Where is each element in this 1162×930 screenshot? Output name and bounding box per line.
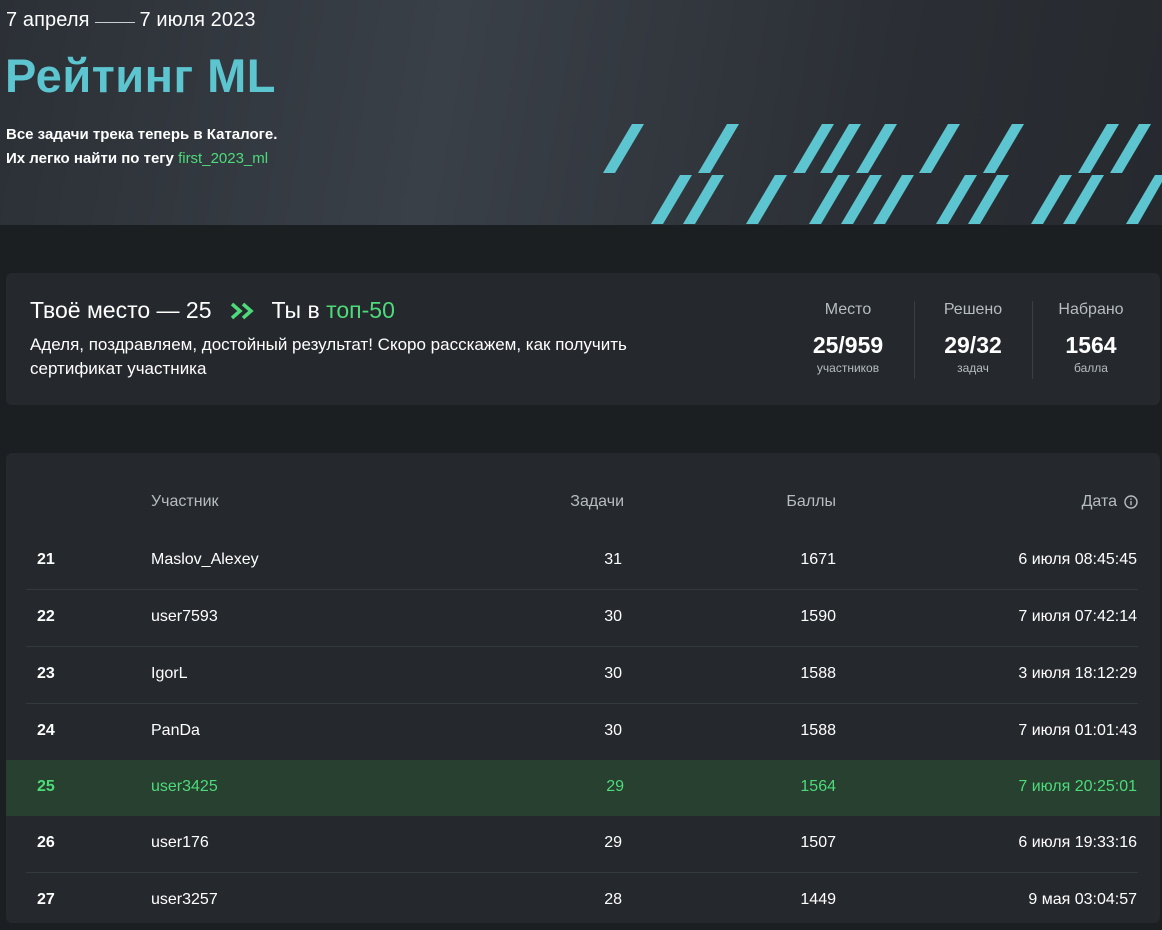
- row-score: 1588: [800, 665, 836, 682]
- decorative-stripes: [603, 124, 1162, 224]
- row-date: 7 июля 07:42:14: [1018, 608, 1137, 625]
- row-rank: 26: [37, 834, 55, 851]
- stat-place-label: Место: [824, 301, 872, 318]
- row-rank: 23: [37, 665, 55, 682]
- stat-solved-value: 29/32: [944, 332, 1002, 358]
- row-tasks: 31: [604, 551, 622, 568]
- row-tasks: 30: [604, 665, 622, 682]
- row-rank: 21: [37, 551, 55, 568]
- rank-title: Твоё место — 25 Ты в топ-50: [30, 297, 395, 324]
- row-name: user3425: [151, 778, 218, 795]
- header-date: Дата: [1082, 493, 1138, 511]
- row-tasks: 29: [606, 778, 624, 795]
- stat-score-sub: балла: [1074, 361, 1108, 375]
- leaderboard-table: Участник Задачи Баллы Дата 21 Maslov_Ale…: [6, 453, 1160, 923]
- info-icon[interactable]: [1124, 495, 1138, 509]
- table-header: Участник Задачи Баллы Дата: [6, 493, 1160, 515]
- row-rank: 22: [37, 608, 55, 625]
- rank-title-top: топ-50: [326, 297, 395, 323]
- stat-score-value: 1564: [1065, 332, 1117, 358]
- rank-title-place: Твоё место — 25: [30, 297, 212, 323]
- row-date: 7 июля 01:01:43: [1018, 722, 1137, 739]
- table-row[interactable]: 22 user7593 30 1590 7 июля 07:42:14: [26, 590, 1138, 647]
- table-row[interactable]: 26 user176 29 1507 6 июля 19:33:16: [26, 816, 1138, 873]
- row-name: user7593: [151, 608, 218, 625]
- stat-divider: [914, 301, 915, 379]
- row-date: 9 мая 03:04:57: [1028, 891, 1137, 908]
- row-score: 1449: [800, 891, 836, 908]
- rank-title-in: Ты в: [271, 297, 320, 323]
- stat-solved-label: Решено: [943, 301, 1003, 318]
- table-row[interactable]: 24 PanDa 30 1588 7 июля 01:01:43: [26, 704, 1138, 761]
- table-row-current-user[interactable]: 25 user3425 29 1564 7 июля 20:25:01: [6, 760, 1160, 816]
- row-tasks: 30: [604, 608, 622, 625]
- row-rank: 25: [37, 778, 55, 795]
- row-rank: 27: [37, 891, 55, 908]
- double-chevron-right-icon: [230, 302, 256, 320]
- stat-divider: [1032, 301, 1033, 379]
- congrats-message: Аделя, поздравляем, достойный результат!…: [30, 335, 627, 378]
- stat-score-label: Набрано: [1058, 301, 1124, 318]
- table-row[interactable]: 21 Maslov_Alexey 31 1671 6 июля 08:45:45: [26, 533, 1138, 590]
- row-date: 3 июля 18:12:29: [1018, 665, 1137, 682]
- row-name: user3257: [151, 891, 218, 908]
- table-row[interactable]: 27 user3257 28 1449 9 мая 03:04:57: [26, 873, 1138, 930]
- row-rank: 24: [37, 722, 55, 739]
- stat-place: Место 25/959 участников: [802, 301, 894, 375]
- header-date-label: Дата: [1081, 493, 1117, 510]
- stat-solved: Решено 29/32 задач: [928, 301, 1018, 375]
- stat-place-sub: участников: [816, 361, 880, 375]
- row-tasks: 28: [604, 891, 622, 908]
- header-tasks: Задачи: [570, 493, 624, 510]
- table-row[interactable]: 23 IgorL 30 1588 3 июля 18:12:29: [26, 647, 1138, 704]
- stat-score: Набрано 1564 балла: [1048, 301, 1134, 375]
- stat-solved-sub: задач: [957, 361, 989, 375]
- row-tasks: 29: [604, 834, 622, 851]
- row-score: 1671: [800, 551, 836, 568]
- your-rank-card: Твоё место — 25 Ты в топ-50 Аделя, поздр…: [6, 273, 1160, 405]
- hero-banner: 7 апреля 7 июля 2023 Рейтинг ML Все зада…: [0, 0, 1162, 225]
- row-tasks: 30: [604, 722, 622, 739]
- row-score: 1590: [800, 608, 836, 625]
- row-date: 6 июля 19:33:16: [1018, 834, 1137, 851]
- row-name: user176: [151, 834, 209, 851]
- row-score: 1588: [800, 722, 836, 739]
- row-score: 1564: [800, 778, 836, 795]
- row-date: 6 июля 08:45:45: [1018, 551, 1137, 568]
- row-name: IgorL: [151, 665, 188, 682]
- row-name: Maslov_Alexey: [151, 551, 259, 568]
- stat-place-value: 25/959: [812, 332, 884, 358]
- row-score: 1507: [800, 834, 836, 851]
- header-participant: Участник: [151, 493, 219, 510]
- row-name: PanDa: [151, 722, 200, 739]
- row-date: 7 июля 20:25:01: [1018, 778, 1137, 795]
- header-score: Баллы: [786, 493, 836, 510]
